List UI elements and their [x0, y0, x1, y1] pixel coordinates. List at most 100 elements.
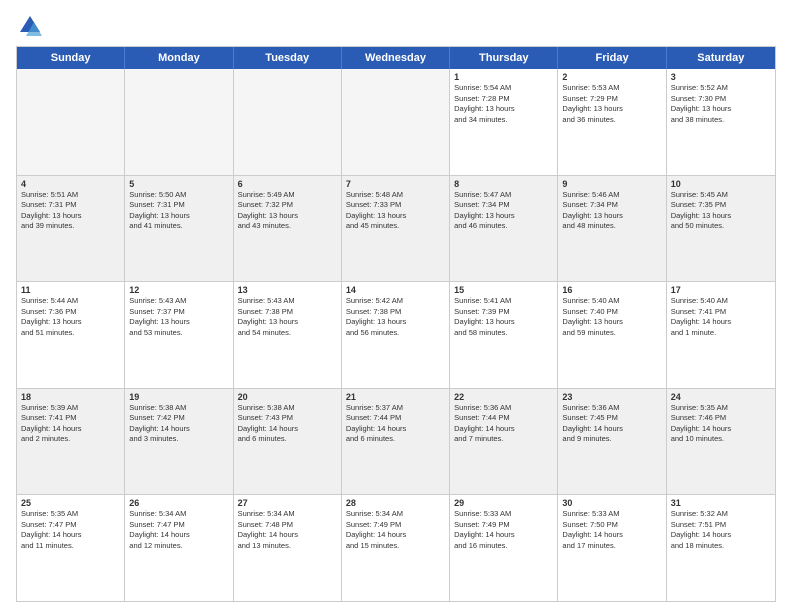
day-info: Sunrise: 5:35 AM Sunset: 7:46 PM Dayligh… [671, 403, 771, 445]
day-number: 10 [671, 179, 771, 189]
empty-cell [342, 69, 450, 175]
day-info: Sunrise: 5:43 AM Sunset: 7:38 PM Dayligh… [238, 296, 337, 338]
day-info: Sunrise: 5:40 AM Sunset: 7:40 PM Dayligh… [562, 296, 661, 338]
day-info: Sunrise: 5:43 AM Sunset: 7:37 PM Dayligh… [129, 296, 228, 338]
logo [16, 12, 48, 40]
header-day-thursday: Thursday [450, 47, 558, 69]
day-number: 18 [21, 392, 120, 402]
calendar-row-3: 18Sunrise: 5:39 AM Sunset: 7:41 PM Dayli… [17, 389, 775, 496]
day-number: 6 [238, 179, 337, 189]
day-cell-1: 1Sunrise: 5:54 AM Sunset: 7:28 PM Daylig… [450, 69, 558, 175]
day-info: Sunrise: 5:36 AM Sunset: 7:44 PM Dayligh… [454, 403, 553, 445]
empty-cell [234, 69, 342, 175]
day-info: Sunrise: 5:36 AM Sunset: 7:45 PM Dayligh… [562, 403, 661, 445]
day-cell-27: 27Sunrise: 5:34 AM Sunset: 7:48 PM Dayli… [234, 495, 342, 601]
day-info: Sunrise: 5:46 AM Sunset: 7:34 PM Dayligh… [562, 190, 661, 232]
day-number: 1 [454, 72, 553, 82]
day-info: Sunrise: 5:33 AM Sunset: 7:50 PM Dayligh… [562, 509, 661, 551]
day-info: Sunrise: 5:50 AM Sunset: 7:31 PM Dayligh… [129, 190, 228, 232]
calendar-row-4: 25Sunrise: 5:35 AM Sunset: 7:47 PM Dayli… [17, 495, 775, 601]
day-number: 9 [562, 179, 661, 189]
day-cell-6: 6Sunrise: 5:49 AM Sunset: 7:32 PM Daylig… [234, 176, 342, 282]
day-number: 31 [671, 498, 771, 508]
calendar-row-0: 1Sunrise: 5:54 AM Sunset: 7:28 PM Daylig… [17, 69, 775, 176]
day-number: 4 [21, 179, 120, 189]
day-number: 2 [562, 72, 661, 82]
day-cell-15: 15Sunrise: 5:41 AM Sunset: 7:39 PM Dayli… [450, 282, 558, 388]
day-number: 25 [21, 498, 120, 508]
header-day-friday: Friday [558, 47, 666, 69]
day-info: Sunrise: 5:34 AM Sunset: 7:49 PM Dayligh… [346, 509, 445, 551]
day-cell-23: 23Sunrise: 5:36 AM Sunset: 7:45 PM Dayli… [558, 389, 666, 495]
empty-cell [125, 69, 233, 175]
day-cell-29: 29Sunrise: 5:33 AM Sunset: 7:49 PM Dayli… [450, 495, 558, 601]
day-number: 27 [238, 498, 337, 508]
day-info: Sunrise: 5:32 AM Sunset: 7:51 PM Dayligh… [671, 509, 771, 551]
day-cell-18: 18Sunrise: 5:39 AM Sunset: 7:41 PM Dayli… [17, 389, 125, 495]
day-cell-13: 13Sunrise: 5:43 AM Sunset: 7:38 PM Dayli… [234, 282, 342, 388]
day-cell-28: 28Sunrise: 5:34 AM Sunset: 7:49 PM Dayli… [342, 495, 450, 601]
day-cell-17: 17Sunrise: 5:40 AM Sunset: 7:41 PM Dayli… [667, 282, 775, 388]
logo-icon [16, 12, 44, 40]
day-number: 5 [129, 179, 228, 189]
day-cell-22: 22Sunrise: 5:36 AM Sunset: 7:44 PM Dayli… [450, 389, 558, 495]
day-cell-4: 4Sunrise: 5:51 AM Sunset: 7:31 PM Daylig… [17, 176, 125, 282]
day-cell-26: 26Sunrise: 5:34 AM Sunset: 7:47 PM Dayli… [125, 495, 233, 601]
day-number: 22 [454, 392, 553, 402]
day-info: Sunrise: 5:33 AM Sunset: 7:49 PM Dayligh… [454, 509, 553, 551]
day-number: 26 [129, 498, 228, 508]
day-number: 11 [21, 285, 120, 295]
day-info: Sunrise: 5:45 AM Sunset: 7:35 PM Dayligh… [671, 190, 771, 232]
day-number: 21 [346, 392, 445, 402]
day-info: Sunrise: 5:37 AM Sunset: 7:44 PM Dayligh… [346, 403, 445, 445]
header-day-wednesday: Wednesday [342, 47, 450, 69]
day-info: Sunrise: 5:49 AM Sunset: 7:32 PM Dayligh… [238, 190, 337, 232]
day-info: Sunrise: 5:38 AM Sunset: 7:42 PM Dayligh… [129, 403, 228, 445]
day-number: 28 [346, 498, 445, 508]
day-number: 30 [562, 498, 661, 508]
day-info: Sunrise: 5:53 AM Sunset: 7:29 PM Dayligh… [562, 83, 661, 125]
day-number: 17 [671, 285, 771, 295]
day-cell-16: 16Sunrise: 5:40 AM Sunset: 7:40 PM Dayli… [558, 282, 666, 388]
header-day-sunday: Sunday [17, 47, 125, 69]
day-number: 13 [238, 285, 337, 295]
day-info: Sunrise: 5:40 AM Sunset: 7:41 PM Dayligh… [671, 296, 771, 338]
day-cell-24: 24Sunrise: 5:35 AM Sunset: 7:46 PM Dayli… [667, 389, 775, 495]
calendar-row-2: 11Sunrise: 5:44 AM Sunset: 7:36 PM Dayli… [17, 282, 775, 389]
day-info: Sunrise: 5:35 AM Sunset: 7:47 PM Dayligh… [21, 509, 120, 551]
day-cell-12: 12Sunrise: 5:43 AM Sunset: 7:37 PM Dayli… [125, 282, 233, 388]
day-info: Sunrise: 5:52 AM Sunset: 7:30 PM Dayligh… [671, 83, 771, 125]
day-number: 7 [346, 179, 445, 189]
day-cell-31: 31Sunrise: 5:32 AM Sunset: 7:51 PM Dayli… [667, 495, 775, 601]
day-cell-7: 7Sunrise: 5:48 AM Sunset: 7:33 PM Daylig… [342, 176, 450, 282]
calendar-body: 1Sunrise: 5:54 AM Sunset: 7:28 PM Daylig… [17, 69, 775, 601]
header [16, 12, 776, 40]
day-cell-9: 9Sunrise: 5:46 AM Sunset: 7:34 PM Daylig… [558, 176, 666, 282]
day-info: Sunrise: 5:54 AM Sunset: 7:28 PM Dayligh… [454, 83, 553, 125]
day-info: Sunrise: 5:41 AM Sunset: 7:39 PM Dayligh… [454, 296, 553, 338]
day-cell-20: 20Sunrise: 5:38 AM Sunset: 7:43 PM Dayli… [234, 389, 342, 495]
calendar-header: SundayMondayTuesdayWednesdayThursdayFrid… [17, 47, 775, 69]
empty-cell [17, 69, 125, 175]
day-cell-30: 30Sunrise: 5:33 AM Sunset: 7:50 PM Dayli… [558, 495, 666, 601]
day-cell-19: 19Sunrise: 5:38 AM Sunset: 7:42 PM Dayli… [125, 389, 233, 495]
day-cell-10: 10Sunrise: 5:45 AM Sunset: 7:35 PM Dayli… [667, 176, 775, 282]
day-number: 14 [346, 285, 445, 295]
day-number: 16 [562, 285, 661, 295]
day-number: 20 [238, 392, 337, 402]
day-number: 24 [671, 392, 771, 402]
day-info: Sunrise: 5:39 AM Sunset: 7:41 PM Dayligh… [21, 403, 120, 445]
day-info: Sunrise: 5:38 AM Sunset: 7:43 PM Dayligh… [238, 403, 337, 445]
day-info: Sunrise: 5:34 AM Sunset: 7:48 PM Dayligh… [238, 509, 337, 551]
day-cell-2: 2Sunrise: 5:53 AM Sunset: 7:29 PM Daylig… [558, 69, 666, 175]
day-cell-21: 21Sunrise: 5:37 AM Sunset: 7:44 PM Dayli… [342, 389, 450, 495]
header-day-tuesday: Tuesday [234, 47, 342, 69]
day-cell-5: 5Sunrise: 5:50 AM Sunset: 7:31 PM Daylig… [125, 176, 233, 282]
day-number: 3 [671, 72, 771, 82]
calendar: SundayMondayTuesdayWednesdayThursdayFrid… [16, 46, 776, 602]
day-number: 15 [454, 285, 553, 295]
day-info: Sunrise: 5:34 AM Sunset: 7:47 PM Dayligh… [129, 509, 228, 551]
day-cell-11: 11Sunrise: 5:44 AM Sunset: 7:36 PM Dayli… [17, 282, 125, 388]
day-cell-8: 8Sunrise: 5:47 AM Sunset: 7:34 PM Daylig… [450, 176, 558, 282]
day-info: Sunrise: 5:51 AM Sunset: 7:31 PM Dayligh… [21, 190, 120, 232]
